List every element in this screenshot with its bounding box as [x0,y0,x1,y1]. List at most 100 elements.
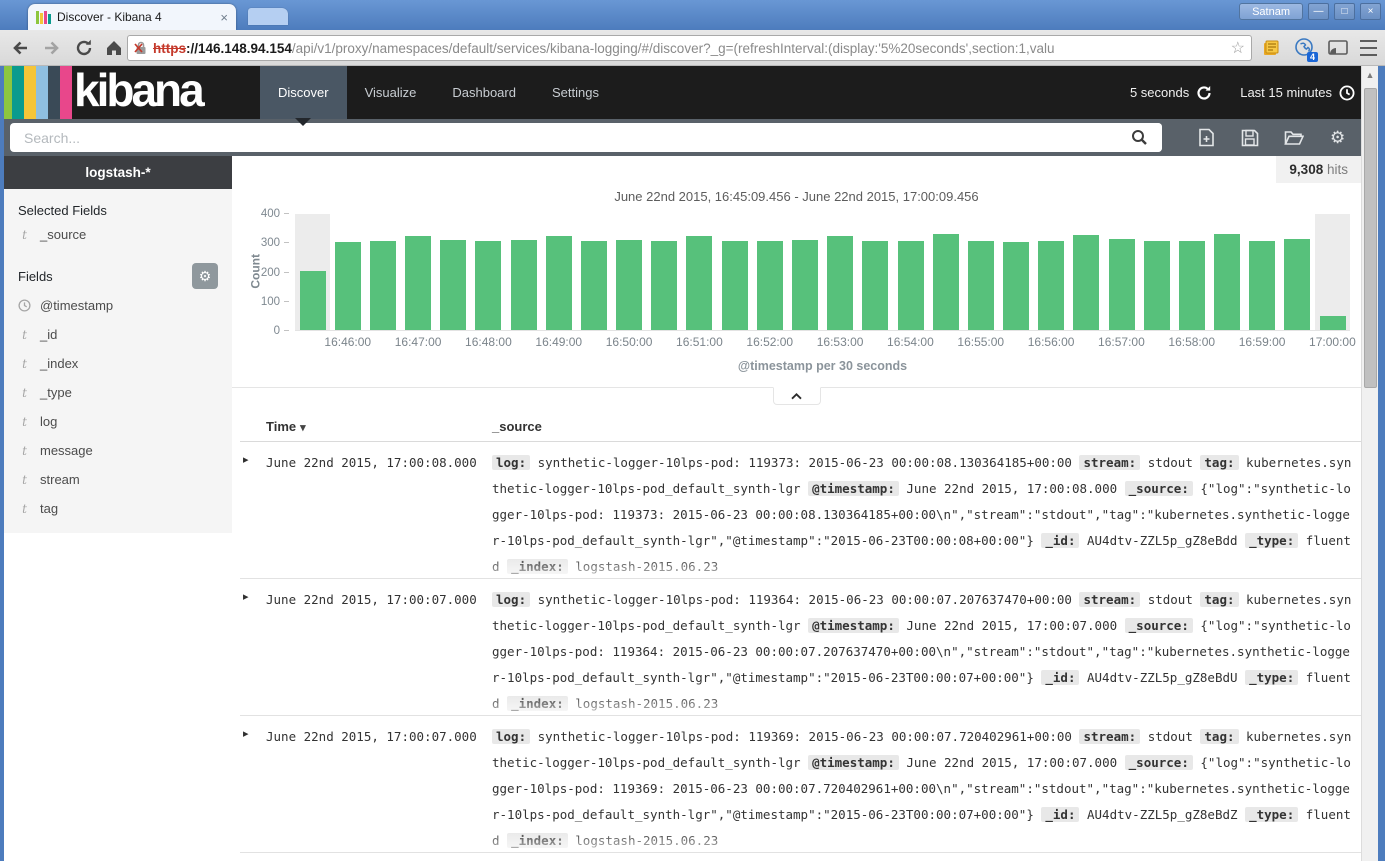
new-search-icon[interactable] [1198,128,1215,147]
histogram-bar[interactable] [862,241,888,330]
field-type-t-icon: t [18,386,31,400]
reload-button[interactable] [72,36,96,60]
browser-tab[interactable]: Discover - Kibana 4 × [28,4,236,30]
field-key-badge: _source: [1125,618,1193,633]
browser-profile-button[interactable]: Satnam [1239,3,1303,20]
field-type-t-icon: t [18,444,31,458]
field-item-_type[interactable]: t _type [4,378,232,407]
histogram-bar[interactable] [370,241,396,330]
new-tab-button[interactable] [248,8,288,25]
clock-icon [1339,85,1355,101]
browser-titlebar: Discover - Kibana 4 × Satnam — □ × [0,0,1385,30]
histogram-bar[interactable] [581,241,607,330]
x-axis-tick-label: 16:55:00 [957,335,1004,349]
field-name: _type [40,385,72,400]
field-settings-gear-button[interactable]: ⚙ [192,263,218,289]
histogram-bar[interactable] [1144,241,1170,330]
nav-tab-settings[interactable]: Settings [534,66,617,119]
save-search-icon[interactable] [1241,129,1259,147]
field-type-t-icon: t [18,473,31,487]
y-axis-tick-label: 100 [261,296,289,308]
time-column-header[interactable]: Time▾ [266,419,492,434]
histogram-chart: Count 4003002001000 [295,214,1350,331]
histogram-bucket [365,214,400,330]
histogram-bar[interactable] [1284,239,1310,330]
field-item-tag[interactable]: ttag [4,494,232,523]
search-input[interactable] [10,130,1116,146]
scrollbar-thumb[interactable] [1364,88,1377,388]
tab-close-icon[interactable]: × [220,10,228,25]
field-key-badge: _type: [1245,533,1298,548]
histogram-bar[interactable] [546,236,572,330]
histogram-bar[interactable] [968,241,994,330]
collapse-chart-button[interactable] [773,387,821,405]
browser-menu-icon[interactable] [1356,37,1380,59]
histogram-bar[interactable] [792,240,818,330]
refresh-interval-control[interactable]: 5 seconds [1130,85,1212,101]
histogram-bar[interactable] [1038,241,1064,330]
field-item-_source[interactable]: t_source [4,220,232,249]
histogram-bar[interactable] [616,240,642,330]
field-item-@timestamp[interactable]: @timestamp [4,291,232,320]
bookmark-star-icon[interactable]: ☆ [1231,38,1245,58]
url-bar[interactable]: https://146.148.94.154/api/v1/proxy/name… [127,35,1252,61]
time-range-control[interactable]: Last 15 minutes [1240,85,1355,101]
histogram-bar[interactable] [1179,241,1205,330]
histogram-bar[interactable] [1109,239,1135,330]
field-item-log[interactable]: tlog [4,407,232,436]
histogram-bar[interactable] [651,241,677,330]
histogram-bar[interactable] [933,234,959,330]
url-text: https://146.148.94.154/api/v1/proxy/name… [153,41,1226,56]
histogram-bar[interactable] [511,240,537,330]
open-search-icon[interactable] [1284,129,1304,146]
field-key-badge: log: [492,729,530,744]
cast-extension-icon[interactable] [1326,37,1350,59]
histogram-bar[interactable] [405,236,431,330]
histogram-bar[interactable] [722,241,748,330]
field-name: log [40,414,57,429]
notes-extension-icon[interactable] [1259,37,1283,59]
field-item-_id[interactable]: t_id [4,320,232,349]
nav-tab-dashboard[interactable]: Dashboard [434,66,534,119]
window-maximize-button[interactable]: □ [1334,3,1355,20]
histogram-bar[interactable] [898,241,924,330]
window-close-button[interactable]: × [1360,3,1381,20]
nav-tab-discover[interactable]: Discover [260,66,347,119]
histogram-bar[interactable] [1249,241,1275,330]
histogram-bar[interactable] [1320,316,1346,331]
scrollbar-up-arrow[interactable]: ▲ [1362,66,1378,80]
histogram-bar[interactable] [475,241,501,330]
expand-row-caret-icon[interactable]: ▸ [240,724,266,853]
phone-extension-icon[interactable]: 4 [1292,37,1316,59]
histogram-bucket [1139,214,1174,330]
back-button[interactable] [8,36,32,60]
home-button[interactable] [102,36,126,60]
settings-gear-icon[interactable]: ⚙ [1330,129,1345,146]
search-submit-button[interactable] [1116,123,1162,152]
histogram-bar[interactable] [440,240,466,330]
field-item-stream[interactable]: tstream [4,465,232,494]
window-border-right [1378,66,1385,861]
field-item-_index[interactable]: t_index [4,349,232,378]
histogram-bar[interactable] [686,236,712,330]
histogram-bar[interactable] [1073,235,1099,330]
histogram-bucket [1209,214,1244,330]
field-key-badge: _id: [1041,807,1079,822]
row-source-text: log: synthetic-logger-10lps-pod: 119369:… [492,724,1361,853]
histogram-bar[interactable] [335,242,361,330]
histogram-bar[interactable] [1003,242,1029,330]
row-source-text: log: synthetic-logger-10lps-pod: 119373:… [492,450,1361,579]
expand-row-caret-icon[interactable]: ▸ [240,587,266,716]
histogram-bar[interactable] [1214,234,1240,330]
histogram-bar[interactable] [300,271,326,330]
histogram-bar[interactable] [827,236,853,330]
window-minimize-button[interactable]: — [1308,3,1329,20]
nav-tab-visualize[interactable]: Visualize [347,66,435,119]
field-item-message[interactable]: tmessage [4,436,232,465]
index-pattern-selector[interactable]: logstash-* [4,156,232,189]
expand-row-caret-icon[interactable]: ▸ [240,450,266,579]
forward-button[interactable] [40,36,64,60]
histogram-bar[interactable] [757,241,783,330]
page-scrollbar[interactable]: ▲ [1361,66,1378,861]
x-axis-tick-label: 16:49:00 [535,335,582,349]
